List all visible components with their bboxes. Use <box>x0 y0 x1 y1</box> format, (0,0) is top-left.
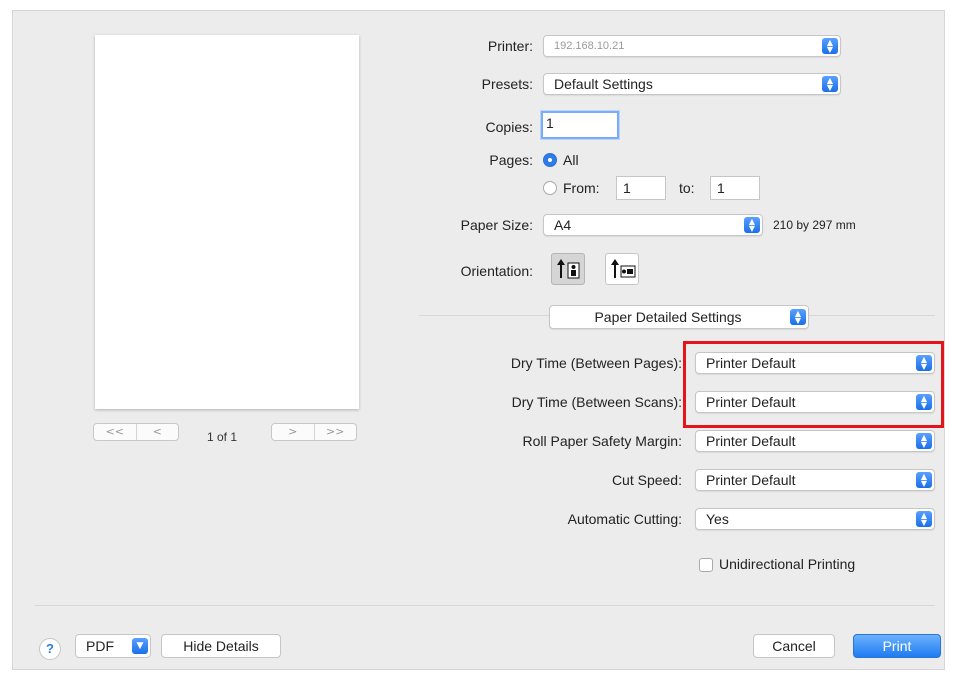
chevron-updown-icon: ▲ ▼ <box>822 76 838 92</box>
pages-from-label: From: <box>563 180 600 196</box>
previous-page-button[interactable]: < <box>135 424 179 440</box>
footer-separator <box>35 605 935 606</box>
pages-all-radio[interactable] <box>543 153 557 167</box>
print-button[interactable]: Print <box>853 634 941 658</box>
chevron-updown-icon: ▲ ▼ <box>790 309 806 325</box>
first-page-button[interactable]: << <box>94 424 136 440</box>
dry-time-pages-label: Dry Time (Between Pages): <box>510 355 682 371</box>
pager-forward-group: > >> <box>271 423 357 441</box>
roll-margin-label: Roll Paper Safety Margin: <box>522 433 682 449</box>
chevron-updown-icon: ▲ ▼ <box>744 217 760 233</box>
hide-details-button[interactable]: Hide Details <box>161 634 281 658</box>
unidirectional-checkbox[interactable] <box>699 558 713 572</box>
chevron-updown-icon: ▲ ▼ <box>822 38 838 54</box>
pages-to-label: to: <box>679 180 695 196</box>
orientation-label: Orientation: <box>460 263 533 279</box>
printer-select[interactable]: 192.168.10.21 ▲ ▼ <box>543 35 841 57</box>
pages-to-field[interactable]: 1 <box>710 176 760 200</box>
chevron-updown-icon: ▲ ▼ <box>916 472 932 488</box>
pdf-menu-button[interactable]: PDF ▼ <box>75 634 151 658</box>
next-page-button[interactable]: > <box>272 424 314 440</box>
orientation-portrait-button[interactable] <box>551 253 585 285</box>
section-menu-select[interactable]: Paper Detailed Settings ▲ ▼ <box>549 305 809 329</box>
section-menu-value: Paper Detailed Settings <box>594 309 742 325</box>
roll-margin-select[interactable]: Printer Default ▲ ▼ <box>695 430 935 452</box>
orientation-landscape-button[interactable] <box>605 253 639 285</box>
presets-value: Default Settings <box>554 76 653 92</box>
pages-label: Pages: <box>489 152 533 168</box>
unidirectional-label: Unidirectional Printing <box>719 556 856 572</box>
paper-size-select[interactable]: A4 ▲ ▼ <box>543 214 763 236</box>
paper-size-label: Paper Size: <box>460 217 533 233</box>
presets-select[interactable]: Default Settings ▲ ▼ <box>543 73 841 95</box>
help-button[interactable]: ? <box>39 638 61 660</box>
auto-cutting-value: Yes <box>706 511 729 527</box>
pages-range-radio[interactable] <box>543 181 557 195</box>
highlight-box <box>683 341 944 428</box>
last-page-button[interactable]: >> <box>313 424 357 440</box>
pages-all-label: All <box>563 152 579 168</box>
chevron-updown-icon: ▲ ▼ <box>916 511 932 527</box>
paper-size-value: A4 <box>554 217 572 233</box>
page-count-label: 1 of 1 <box>207 430 238 444</box>
auto-cutting-label: Automatic Cutting: <box>567 511 682 527</box>
printer-label: Printer: <box>487 38 533 54</box>
cut-speed-select[interactable]: Printer Default ▲ ▼ <box>695 469 935 491</box>
portrait-orientation-icon <box>557 259 580 279</box>
roll-margin-value: Printer Default <box>706 433 796 449</box>
cut-speed-label: Cut Speed: <box>611 472 682 488</box>
presets-label: Presets: <box>481 76 533 92</box>
printer-value: 192.168.10.21 <box>554 40 625 52</box>
pdf-label: PDF <box>86 638 114 654</box>
copies-label: Copies: <box>485 119 533 135</box>
cancel-button[interactable]: Cancel <box>753 634 835 658</box>
pages-from-field[interactable]: 1 <box>616 176 666 200</box>
print-dialog: << < 1 of 1 > >> Printer: 192.168.10.21 … <box>12 10 945 670</box>
paper-dimensions-label: 210 by 297 mm <box>773 218 856 232</box>
cut-speed-value: Printer Default <box>706 472 796 488</box>
dry-time-scans-label: Dry Time (Between Scans): <box>511 394 682 410</box>
pager-back-group: << < <box>93 423 179 441</box>
copies-field[interactable]: 1 <box>541 111 619 139</box>
chevron-down-icon: ▼ <box>132 638 148 654</box>
chevron-updown-icon: ▲ ▼ <box>916 433 932 449</box>
page-preview <box>95 35 359 409</box>
auto-cutting-select[interactable]: Yes ▲ ▼ <box>695 508 935 530</box>
landscape-orientation-icon <box>611 259 636 278</box>
